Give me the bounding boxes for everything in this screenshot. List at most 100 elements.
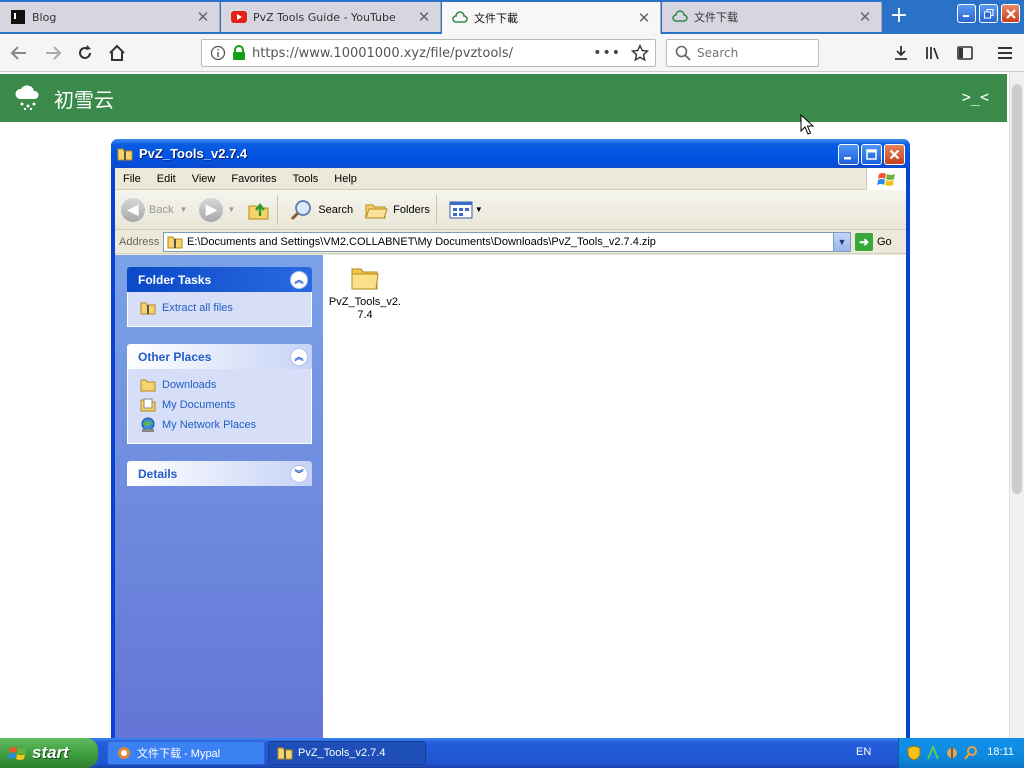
- menu-edit[interactable]: Edit: [149, 173, 184, 185]
- start-button[interactable]: start: [0, 738, 98, 768]
- window-minimize-icon[interactable]: [957, 4, 976, 23]
- cloud-favicon-icon: [672, 9, 688, 25]
- extract-all-files-label: Extract all files: [162, 302, 233, 314]
- folder-tasks-title: Folder Tasks: [138, 272, 212, 287]
- site-title[interactable]: 初雪云: [54, 84, 114, 113]
- explorer-title-bar[interactable]: PvZ_Tools_v2.7.4: [111, 139, 910, 168]
- tab-file-download[interactable]: 文件下载 ✕: [662, 2, 882, 32]
- menu-help[interactable]: Help: [326, 173, 365, 185]
- explorer-toolbar: ◀ Back ▼ ▶ ▼ Search Folders ▼: [115, 190, 906, 230]
- search-magnifier-icon: [290, 198, 314, 222]
- explorer-close-icon[interactable]: [884, 144, 905, 165]
- scrollbar-thumb[interactable]: [1012, 84, 1022, 494]
- tab-youtube[interactable]: PvZ Tools Guide - YouTube ✕: [221, 2, 441, 32]
- language-indicator[interactable]: EN: [856, 746, 871, 758]
- window-close-icon[interactable]: [1001, 4, 1020, 23]
- expand-chevron-icon[interactable]: ︾: [290, 464, 308, 483]
- cloud-favicon-icon: [452, 10, 468, 26]
- search-button[interactable]: Search: [290, 198, 353, 222]
- page-scrollbar[interactable]: [1009, 72, 1024, 738]
- folders-icon: [365, 199, 389, 221]
- site-header: 初雪云 >_<: [0, 74, 1007, 122]
- taskbar: start 文件下载 - Mypal PvZ_Tools_v2.7.4 EN 1…: [0, 738, 1024, 768]
- go-button[interactable]: ➜ Go: [855, 232, 892, 251]
- home-icon[interactable]: [106, 42, 128, 64]
- views-button[interactable]: ▼: [449, 200, 483, 220]
- tab-title: PvZ Tools Guide - YouTube: [253, 10, 396, 24]
- hamburger-menu-icon[interactable]: [994, 42, 1016, 64]
- menu-file[interactable]: File: [115, 173, 149, 185]
- go-label: Go: [877, 235, 892, 248]
- taskbar-item-label: 文件下载 - Mypal: [137, 748, 221, 760]
- my-network-places-link[interactable]: My Network Places: [140, 415, 301, 435]
- address-label: Address: [119, 235, 160, 248]
- lock-icon: [232, 45, 246, 61]
- address-field[interactable]: E:\Documents and Settings\VM2.COLLABNET\…: [163, 231, 851, 252]
- youtube-favicon-icon: [231, 9, 247, 25]
- downloads-link[interactable]: Downloads: [140, 375, 301, 395]
- other-places-header[interactable]: Other Places ︽: [127, 344, 312, 369]
- folder-name: PvZ_Tools_v2.7.4: [328, 296, 402, 321]
- tab-close-icon[interactable]: ✕: [855, 8, 875, 26]
- my-network-places-label: My Network Places: [162, 419, 257, 431]
- bookmark-star-icon[interactable]: [631, 44, 649, 62]
- extract-all-files-link[interactable]: Extract all files: [140, 298, 301, 318]
- taskbar-item-explorer[interactable]: PvZ_Tools_v2.7.4: [268, 741, 426, 765]
- folder-item[interactable]: PvZ_Tools_v2.7.4: [327, 263, 403, 322]
- back-arrow-icon[interactable]: [8, 42, 30, 64]
- search-tray-icon[interactable]: [964, 745, 978, 761]
- downloads-icon[interactable]: [890, 42, 912, 64]
- zip-folder-icon: [167, 235, 183, 249]
- info-icon[interactable]: [210, 45, 226, 61]
- new-tab-plus-icon[interactable]: +: [884, 4, 914, 30]
- details-header[interactable]: Details ︾: [127, 461, 312, 486]
- search-bar[interactable]: [666, 39, 819, 67]
- explorer-main: Folder Tasks ︽ Extract all files Other P…: [115, 255, 906, 739]
- other-places-content: Downloads My Documents My Network Places: [127, 369, 312, 444]
- library-icon[interactable]: [922, 42, 944, 64]
- network-tray-icon[interactable]: [926, 745, 940, 761]
- file-view-area[interactable]: PvZ_Tools_v2.7.4: [323, 255, 906, 739]
- forward-button[interactable]: ▶ ▼: [199, 197, 235, 222]
- menu-view[interactable]: View: [184, 173, 224, 185]
- tab-title: Blog: [32, 10, 57, 24]
- sidebar-toggle-icon[interactable]: [954, 42, 976, 64]
- forward-arrow-icon[interactable]: [42, 42, 64, 64]
- folders-button[interactable]: Folders: [365, 199, 430, 221]
- collapse-chevron-icon[interactable]: ︽: [290, 270, 308, 289]
- explorer-maximize-icon[interactable]: [861, 144, 882, 165]
- window-restore-icon[interactable]: [979, 4, 998, 23]
- details-title: Details: [138, 466, 178, 481]
- snow-cloud-logo-icon: [14, 85, 42, 111]
- menu-tools[interactable]: Tools: [285, 173, 327, 185]
- tab-close-icon[interactable]: ✕: [414, 8, 434, 26]
- search-input[interactable]: [697, 46, 807, 60]
- collapse-chevron-icon[interactable]: ︽: [290, 347, 308, 366]
- more-actions-icon[interactable]: •••: [593, 45, 621, 61]
- my-documents-label: My Documents: [162, 399, 236, 411]
- tab-close-icon[interactable]: ✕: [634, 9, 654, 27]
- site-menu-toggle[interactable]: >_<: [962, 88, 989, 106]
- url-bar[interactable]: https://www.10001000.xyz/file/pvztools/ …: [201, 39, 656, 67]
- explorer-minimize-icon[interactable]: [838, 144, 859, 165]
- clock[interactable]: 18:11: [987, 746, 1014, 758]
- folder-tasks-header[interactable]: Folder Tasks ︽: [127, 267, 312, 292]
- security-shield-icon[interactable]: [907, 745, 921, 761]
- other-places-title: Other Places: [138, 349, 212, 364]
- address-dropdown-icon[interactable]: ▼: [833, 232, 850, 251]
- folder-icon: [327, 263, 403, 296]
- browser-nav-bar: https://www.10001000.xyz/file/pvztools/ …: [0, 34, 1024, 72]
- my-documents-link[interactable]: My Documents: [140, 395, 301, 415]
- reload-icon[interactable]: [74, 42, 96, 64]
- windows-logo-icon: [8, 744, 28, 762]
- menu-favorites[interactable]: Favorites: [223, 173, 284, 185]
- up-folder-button[interactable]: [247, 198, 271, 222]
- back-arrow-icon: ◀: [121, 197, 145, 222]
- network-globe-icon: [140, 417, 156, 433]
- back-button[interactable]: ◀ Back ▼: [121, 197, 187, 222]
- tab-file-download-active[interactable]: 文件下載 ✕: [442, 2, 661, 34]
- tab-blog[interactable]: Blog ✕: [0, 2, 220, 32]
- tab-close-icon[interactable]: ✕: [193, 8, 213, 26]
- taskbar-item-mypal[interactable]: 文件下载 - Mypal: [107, 741, 265, 765]
- tools-tray-icon[interactable]: [945, 745, 959, 761]
